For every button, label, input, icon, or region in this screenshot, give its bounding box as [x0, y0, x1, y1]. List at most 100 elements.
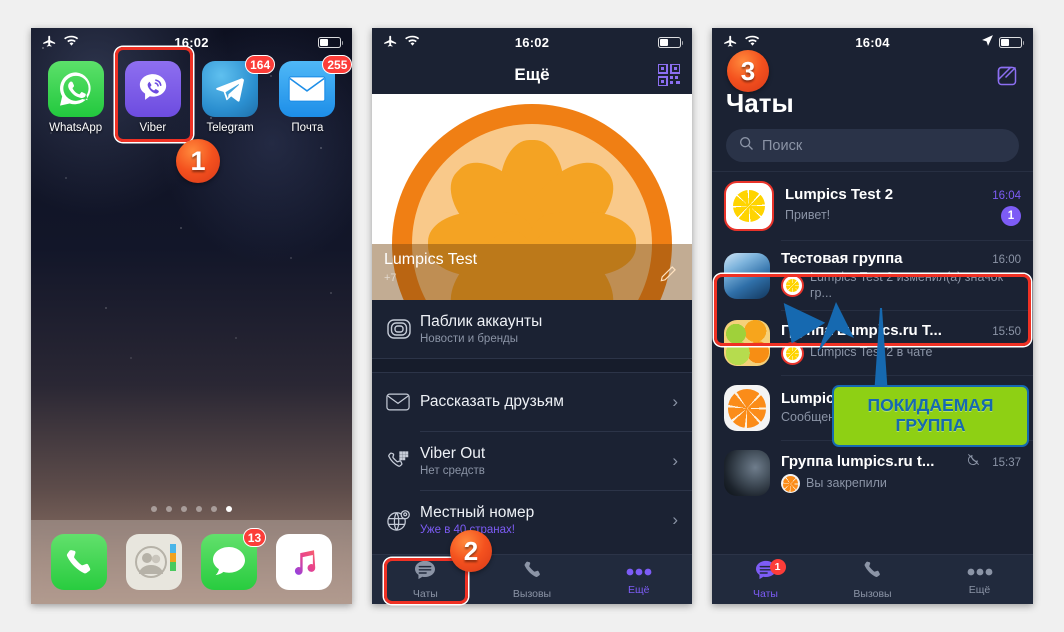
phone-icon [50, 534, 107, 590]
battery-icon [999, 36, 1025, 48]
lemon-avatar [724, 181, 774, 231]
status-bar-chats: 16:04 [712, 28, 1033, 56]
dock-badge: 13 [242, 528, 267, 547]
chat-time: 15:50 [992, 325, 1021, 338]
search-placeholder: Поиск [762, 137, 803, 154]
app-whatsapp[interactable]: WhatsApp [40, 61, 112, 134]
chat-name: Тестовая группа [781, 250, 903, 267]
page-indicator-dots[interactable] [31, 506, 352, 512]
status-bar-more: 16:02 [372, 28, 692, 56]
dock-app-contacts[interactable] [125, 534, 182, 590]
calls-icon [862, 559, 883, 585]
status-time: 16:02 [514, 34, 550, 50]
menu-item-viber-out[interactable]: Viber Out Нет средств › [372, 432, 692, 490]
navbar-title: Ещё [514, 65, 550, 84]
tab-calls[interactable]: Вызовы [479, 555, 586, 604]
chat-time: 16:04 [992, 190, 1021, 202]
envelope-icon [386, 393, 420, 411]
list-item[interactable]: Группа Lumpics.ru T... 15:50 Lumpics Tes… [712, 311, 1033, 375]
qr-code-icon[interactable] [657, 63, 681, 87]
navbar-more: Ещё [372, 56, 692, 94]
whatsapp-icon [47, 61, 104, 117]
more-dots-icon [967, 563, 993, 581]
pencil-edit-icon[interactable] [658, 264, 678, 284]
tab-label: Ещё [627, 584, 650, 596]
callout-line-2: ГРУППА [895, 415, 966, 435]
callout-line-1: ПОКИДАЕМАЯ [867, 395, 994, 416]
menu-item-title: Местный номер [420, 504, 535, 521]
sender-mini-avatar [781, 274, 804, 298]
chevron-right-icon: › [672, 451, 678, 470]
viber-out-icon [386, 449, 420, 473]
screenshot-stage: 16:02 WhatsApp Viber 164 Telegram 255 По… [0, 0, 1064, 632]
menu-item-local-number[interactable]: Местный номер Уже в 40 странах! › [372, 491, 692, 549]
chat-message: Lumpics Test 2 в чате [810, 345, 933, 360]
app-label: Telegram [206, 122, 254, 134]
profile-hero[interactable]: Lumpics Test +7 [372, 94, 692, 300]
tab-more[interactable]: Ещё [926, 555, 1033, 604]
app-mail[interactable]: 255 Почта [271, 55, 352, 134]
phone-screen-chats: 16:04 Чаты Поиск Lumpics Test 2 16:04 Пр… [712, 28, 1033, 604]
chevron-right-icon: › [672, 510, 678, 529]
dock-app-messages[interactable]: 13 [201, 528, 267, 590]
list-item[interactable]: Lumpics Test 2 16:04 Привет! 1 [712, 172, 1033, 240]
callout-leaving-group: ПОКИДАЕМАЯ ГРУППА [832, 385, 1029, 447]
sender-mini-avatar [781, 474, 800, 494]
app-viber[interactable]: Viber [117, 61, 189, 134]
chat-message: Вы закрепили [806, 475, 887, 490]
app-telegram[interactable]: 164 Telegram [194, 55, 276, 134]
dock-app-phone[interactable] [50, 534, 107, 590]
step-marker-2: 2 [450, 530, 492, 572]
orange-avatar [724, 385, 770, 432]
profile-overlay: Lumpics Test +7 [372, 244, 692, 300]
chat-name: Группа Lumpics.ru T... [781, 321, 942, 339]
app-grid-row: WhatsApp Viber 164 Telegram 255 Почта [31, 55, 352, 134]
app-badge: 164 [245, 55, 276, 74]
tab-bar-chats: 1 Чаты Вызовы Ещё [712, 554, 1033, 604]
citrus-avatar [724, 320, 770, 367]
menu-item-title: Рассказать друзьям [420, 393, 564, 410]
more-dots-icon [626, 563, 652, 581]
mute-moon-icon [967, 453, 980, 471]
page-title: Чаты [726, 88, 794, 118]
music-icon [276, 534, 333, 590]
battery-icon [658, 36, 684, 48]
dock-app-music[interactable] [276, 534, 333, 590]
app-badge: 255 [322, 55, 352, 74]
app-label: Viber [139, 122, 167, 134]
tab-calls[interactable]: Вызовы [819, 555, 926, 604]
app-label: WhatsApp [49, 122, 103, 134]
tab-bar-more: Чаты Вызовы Ещё [372, 554, 692, 604]
step-marker-1: 1 [176, 139, 220, 183]
profile-phone: +7 [384, 272, 397, 284]
ios-dock: 13 [31, 520, 352, 604]
phone-screen-home: 16:02 WhatsApp Viber 164 Telegram 255 По… [31, 28, 352, 604]
chat-name: Lumpics Test 2 [785, 186, 894, 203]
tab-badge: 1 [769, 559, 786, 575]
earth-avatar [724, 450, 770, 497]
tab-label: Чаты [753, 587, 778, 600]
compose-new-chat-icon[interactable] [995, 64, 1019, 88]
chat-name: Группа lumpics.ru t... [781, 453, 935, 471]
tab-label: Чаты [412, 587, 438, 600]
menu-item-subtitle: Нет средств [420, 465, 485, 477]
tab-more[interactable]: Ещё [585, 555, 692, 604]
app-label: Почта [291, 122, 324, 134]
wave-avatar [724, 252, 770, 299]
chat-time: 16:00 [992, 254, 1021, 266]
calls-icon [522, 559, 543, 585]
chat-time: 15:37 [992, 457, 1021, 470]
search-input[interactable]: Поиск [726, 129, 1019, 162]
location-arrow-icon [981, 34, 994, 50]
profile-name: Lumpics Test [384, 251, 478, 268]
chat-message: Привет! [785, 208, 831, 223]
list-item[interactable]: Тестовая группа 16:00 Lumpics Test 2 изм… [712, 241, 1033, 310]
unread-badge: 1 [1001, 206, 1021, 226]
menu-item-public-accounts[interactable]: Паблик аккаунты Новости и бренды [372, 300, 692, 358]
menu-item-subtitle: Новости и бренды [420, 333, 519, 345]
menu-item-tell-friends[interactable]: Рассказать друзьям › [372, 373, 692, 431]
tab-label: Ещё [968, 584, 991, 596]
menu-item-title: Паблик аккаунты [420, 313, 543, 330]
list-item[interactable]: Группа lumpics.ru t... 15:37 Вы закрепил… [712, 441, 1033, 505]
tab-chats[interactable]: 1 Чаты [712, 555, 819, 604]
